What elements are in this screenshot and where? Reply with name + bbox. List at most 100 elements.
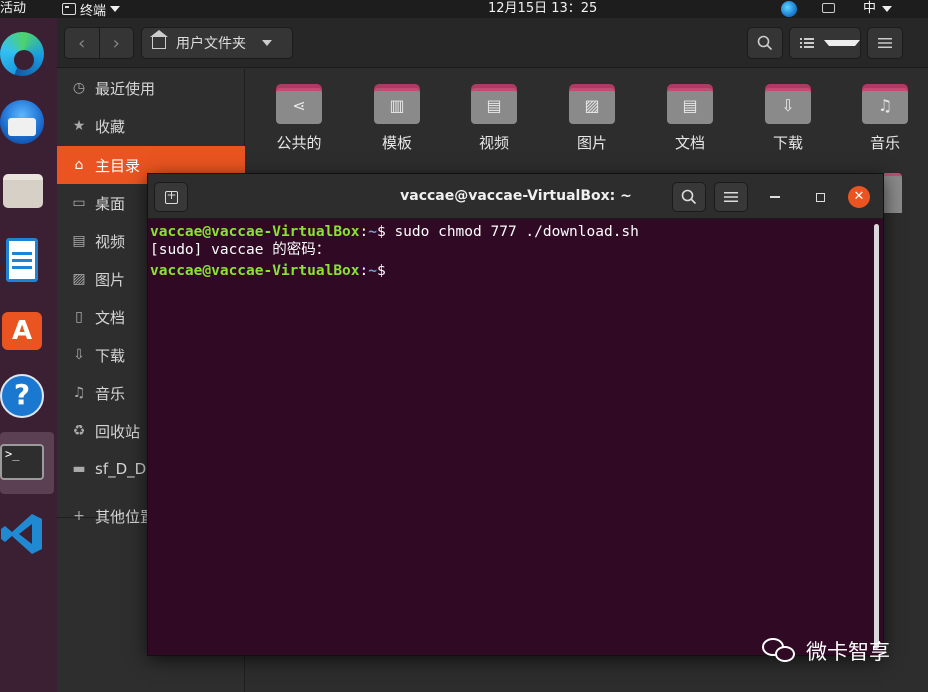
terminal-header: vaccae@vaccae-VirtualBox: ~ ✕	[148, 174, 883, 219]
terminal-output[interactable]: vaccae@vaccae-VirtualBox:~$ sudo chmod 7…	[148, 220, 883, 655]
activities-button[interactable]: 活动	[0, 0, 26, 17]
new-tab-button[interactable]	[154, 182, 188, 212]
app-name: 终端	[80, 3, 107, 19]
search-button[interactable]	[747, 27, 783, 59]
vscode-icon[interactable]	[0, 512, 44, 556]
hamburger-menu-button[interactable]	[867, 27, 903, 59]
dock: A ? >_	[0, 18, 57, 692]
new-tab-icon	[164, 188, 178, 204]
clock-icon: ◷	[72, 80, 86, 96]
music-icon: ♫	[877, 96, 893, 115]
film-icon: ▤	[486, 96, 502, 115]
folder-label: 下载	[772, 134, 803, 152]
terminal-dock-icon[interactable]: >_	[0, 444, 44, 488]
caret-down-icon	[262, 40, 272, 46]
path-bar[interactable]: 用户文件夹	[141, 27, 293, 59]
home-icon	[150, 30, 168, 49]
input-method-label: 中	[863, 1, 877, 16]
folder-music[interactable]: ♫ 音乐	[839, 76, 928, 156]
close-button[interactable]: ✕	[848, 186, 870, 208]
view-button-group	[789, 27, 861, 59]
image-icon: ▨	[72, 271, 86, 287]
terminal-icon	[62, 3, 76, 15]
wechat-icon	[762, 636, 798, 666]
folder-label: 视频	[478, 134, 509, 152]
sidebar-item-recent[interactable]: ◷ 最近使用	[57, 69, 245, 107]
folder-videos[interactable]: ▤ 视频	[448, 76, 538, 156]
cursor	[394, 259, 403, 275]
sidebar-item-label: 最近使用	[95, 79, 156, 98]
image-icon: ▨	[584, 96, 600, 115]
software-store-icon[interactable]: A	[0, 306, 44, 350]
document-icon: ▯	[75, 309, 83, 325]
template-icon: ▥	[389, 96, 405, 115]
terminal-line: vaccae@vaccae-VirtualBox:~$	[150, 259, 881, 279]
sidebar-item-label: 其他位置	[95, 507, 156, 526]
caret-down-icon	[882, 5, 893, 12]
sidebar-item-label: 桌面	[95, 194, 126, 213]
plus-icon: +	[73, 508, 85, 524]
sidebar-item-label: 音乐	[95, 384, 126, 403]
thunderbird-icon[interactable]	[0, 100, 44, 144]
desktop-icon: ▭	[72, 195, 86, 211]
music-icon: ♫	[72, 385, 86, 401]
folder-public[interactable]: ⋖ 公共的	[253, 76, 343, 156]
list-icon	[800, 38, 814, 48]
back-button[interactable]: ‹	[65, 33, 99, 54]
folder-label: 文档	[674, 134, 705, 152]
terminal-scrollbar[interactable]	[874, 224, 879, 649]
terminal-window[interactable]: vaccae@vaccae-VirtualBox: ~ ✕ vaccae@vac…	[148, 174, 883, 655]
folder-pictures[interactable]: ▨ 图片	[546, 76, 636, 156]
search-icon	[757, 35, 773, 51]
watermark: 微卡智享	[762, 634, 890, 668]
terminal-title: vaccae@vaccae-VirtualBox: ~	[400, 188, 632, 204]
sidebar-item-label: 文档	[95, 308, 126, 327]
folder-label: 模板	[381, 134, 412, 152]
view-options-button[interactable]	[824, 40, 860, 46]
terminal-line: [sudo] vaccae 的密码：	[150, 242, 331, 258]
sidebar-item-label: 下载	[95, 346, 126, 365]
path-label: 用户文件夹	[176, 36, 246, 52]
help-icon[interactable]: ?	[0, 374, 44, 418]
writer-icon[interactable]	[0, 238, 44, 282]
keyboard-tray-icon[interactable]	[822, 3, 835, 13]
caret-down-icon	[824, 40, 860, 46]
document-icon: ▤	[682, 96, 698, 115]
nav-button-group: ‹ ›	[64, 27, 134, 59]
minimize-button[interactable]	[770, 196, 780, 198]
folder-label: 公共的	[276, 134, 322, 152]
terminal-menu-button[interactable]	[714, 182, 748, 212]
download-icon: ⇩	[73, 347, 85, 363]
folder-downloads[interactable]: ⇩ 下载	[742, 76, 832, 156]
trash-icon: ♻	[72, 423, 86, 439]
files-icon[interactable]	[0, 168, 44, 212]
hamburger-icon	[724, 192, 738, 202]
watermark-text: 微卡智享	[806, 640, 890, 664]
maximize-button[interactable]	[816, 193, 825, 202]
caret-down-icon	[110, 6, 121, 12]
app-menu[interactable]: 终端	[62, 0, 121, 19]
input-method-menu[interactable]: 中	[863, 0, 893, 17]
sidebar-item-label: 收藏	[95, 117, 126, 136]
film-icon: ▤	[72, 233, 86, 249]
share-icon: ⋖	[292, 96, 306, 115]
forward-button[interactable]: ›	[99, 33, 133, 54]
list-view-button[interactable]	[790, 37, 824, 49]
folder-label: 音乐	[869, 134, 900, 152]
download-icon: ⇩	[781, 96, 795, 115]
sidebar-item-starred[interactable]: ★ 收藏	[57, 107, 245, 145]
terminal-line: vaccae@vaccae-VirtualBox:~$ sudo chmod 7…	[150, 224, 639, 240]
edge-tray-icon[interactable]	[781, 1, 797, 17]
sidebar-item-label: 主目录	[95, 156, 141, 175]
folder-templates[interactable]: ▥ 模板	[351, 76, 441, 156]
clock[interactable]: 12月15日 13：25	[488, 0, 597, 17]
top-bar: 活动 终端 12月15日 13：25 中	[0, 0, 928, 19]
drive-icon: ▬	[72, 461, 86, 477]
edge-browser-icon[interactable]	[0, 32, 44, 76]
file-manager-header: ‹ › 用户文件夹	[57, 18, 928, 68]
sidebar-item-label: 回收站	[95, 422, 141, 441]
sidebar-item-label: 视频	[95, 232, 126, 251]
folder-documents[interactable]: ▤ 文档	[644, 76, 734, 156]
terminal-search-button[interactable]	[672, 182, 706, 212]
hamburger-icon	[878, 38, 892, 48]
